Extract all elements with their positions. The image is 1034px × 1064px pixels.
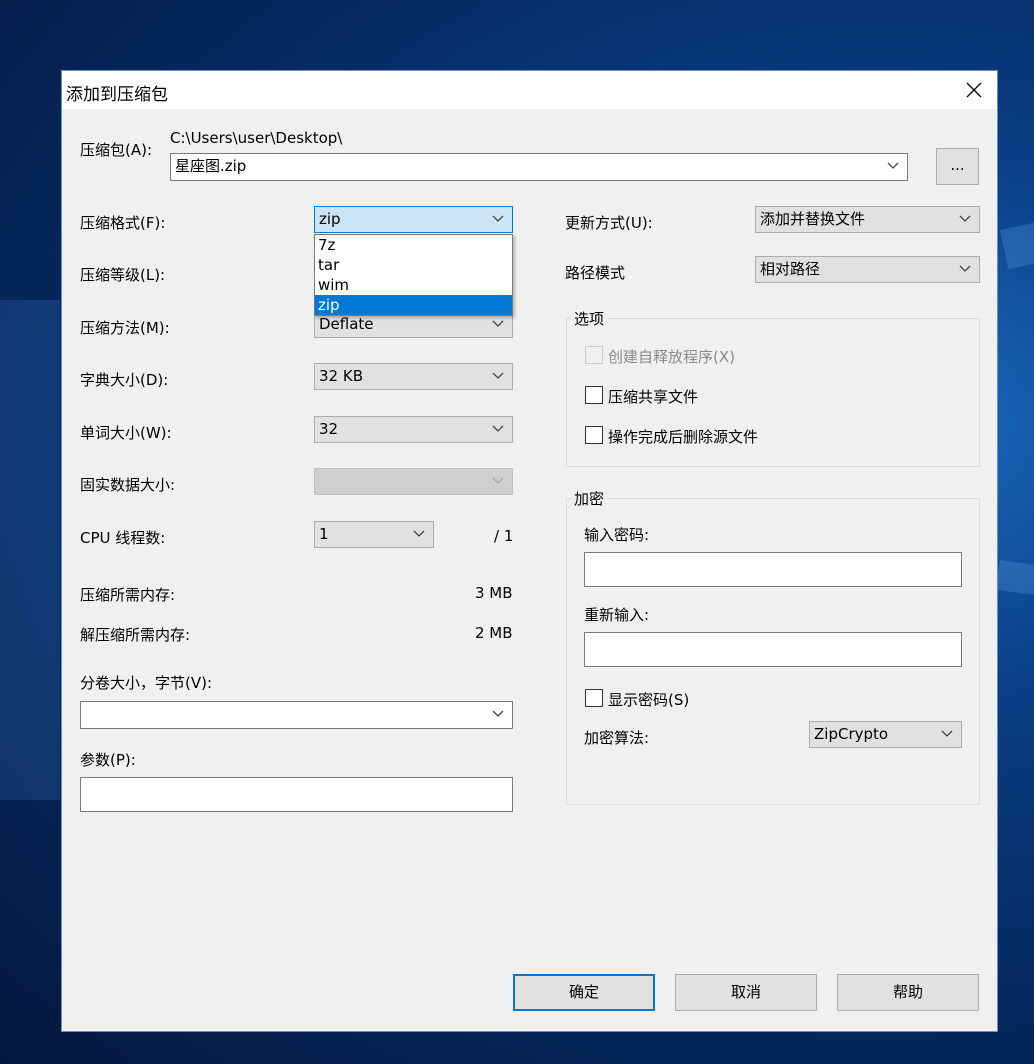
format-option[interactable]: tar xyxy=(315,255,512,275)
update-combo[interactable]: 添加并替换文件 xyxy=(755,206,980,233)
format-label: 压缩格式(F): xyxy=(80,214,166,232)
wallpaper-beam xyxy=(1000,167,1034,270)
dict-value: 32 KB xyxy=(319,367,363,385)
word-label: 单词大小(W): xyxy=(80,424,172,442)
chevron-down-icon xyxy=(492,425,504,432)
mem-compress-label: 压缩所需内存: xyxy=(80,586,176,604)
cpu-combo[interactable]: 1 xyxy=(314,521,434,548)
encryption-title: 加密 xyxy=(571,488,608,509)
help-button[interactable]: 帮助 xyxy=(837,974,979,1011)
path-mode-combo[interactable]: 相对路径 xyxy=(755,256,980,283)
cancel-button[interactable]: 取消 xyxy=(675,974,817,1011)
format-dropdown-list: 7z tar wim zip xyxy=(314,234,513,316)
volume-label: 分卷大小，字节(V): xyxy=(80,674,213,692)
chevron-down-icon xyxy=(941,730,953,737)
shared-files-label[interactable]: 压缩共享文件 xyxy=(608,386,698,407)
shared-files-checkbox[interactable] xyxy=(585,386,603,404)
word-combo[interactable]: 32 xyxy=(314,416,513,443)
archive-label: 压缩包(A): xyxy=(80,141,153,159)
path-mode-value: 相对路径 xyxy=(760,260,821,278)
show-password-checkbox[interactable] xyxy=(585,689,603,707)
mem-compress-value: 3 MB xyxy=(475,584,513,602)
encryption-algo-value: ZipCrypto xyxy=(814,725,889,743)
cpu-value: 1 xyxy=(319,525,329,543)
delete-after-checkbox[interactable] xyxy=(585,426,603,444)
show-password-label[interactable]: 显示密码(S) xyxy=(608,689,689,710)
options-title: 选项 xyxy=(571,308,608,329)
update-label: 更新方式(U): xyxy=(565,214,653,232)
chevron-down-icon xyxy=(887,162,899,169)
archive-name-value: 星座图.zip xyxy=(175,157,247,175)
params-label: 参数(P): xyxy=(80,751,136,769)
update-value: 添加并替换文件 xyxy=(760,210,866,228)
chevron-down-icon xyxy=(959,265,971,272)
dialog-title: 添加到压缩包 xyxy=(66,85,168,105)
mem-decompress-label: 解压缩所需内存: xyxy=(80,626,191,644)
delete-after-label[interactable]: 操作完成后删除源文件 xyxy=(608,426,758,447)
path-mode-label: 路径模式 xyxy=(565,264,626,282)
password-label: 输入密码: xyxy=(584,526,650,544)
sfx-checkbox xyxy=(585,346,603,364)
cpu-total: / 1 xyxy=(494,527,514,545)
close-button[interactable] xyxy=(951,71,997,109)
chevron-down-icon xyxy=(492,477,504,484)
title-bar: 添加到压缩包 xyxy=(62,71,997,109)
password-input[interactable] xyxy=(584,552,962,587)
solid-label: 固实数据大小: xyxy=(80,476,176,494)
format-option-selected[interactable]: zip xyxy=(315,295,512,315)
chevron-down-icon xyxy=(492,710,504,717)
method-value: Deflate xyxy=(319,315,374,333)
method-label: 压缩方法(M): xyxy=(80,319,170,337)
format-option[interactable]: wim xyxy=(315,275,512,295)
format-value: zip xyxy=(319,210,341,228)
wallpaper-beam xyxy=(0,300,60,800)
encryption-algo-label: 加密算法: xyxy=(584,729,650,747)
wallpaper-beam xyxy=(995,560,1034,632)
archive-path: C:\Users\user\Desktop\ xyxy=(170,129,343,147)
format-option[interactable]: 7z xyxy=(315,235,512,255)
params-input[interactable] xyxy=(80,777,513,812)
chevron-down-icon xyxy=(959,215,971,222)
word-value: 32 xyxy=(319,420,339,438)
dict-label: 字典大小(D): xyxy=(80,371,169,389)
chevron-down-icon xyxy=(492,372,504,379)
volume-combo[interactable] xyxy=(80,701,513,729)
chevron-down-icon xyxy=(492,215,504,222)
close-icon xyxy=(966,82,982,98)
level-label: 压缩等级(L): xyxy=(80,266,166,284)
ok-button[interactable]: 确定 xyxy=(513,974,655,1011)
reenter-password-input[interactable] xyxy=(584,632,962,667)
chevron-down-icon xyxy=(413,530,425,537)
add-to-archive-dialog: 添加到压缩包 压缩包(A): C:\Users\user\Desktop\ 星座… xyxy=(61,70,998,1032)
archive-name-combo[interactable]: 星座图.zip xyxy=(170,153,908,181)
encryption-algo-combo[interactable]: ZipCrypto xyxy=(809,721,962,748)
sfx-label: 创建自释放程序(X) xyxy=(608,348,735,366)
dict-combo[interactable]: 32 KB xyxy=(314,363,513,390)
chevron-down-icon xyxy=(492,320,504,327)
reenter-label: 重新输入: xyxy=(584,606,650,624)
solid-combo xyxy=(314,468,513,495)
cpu-label: CPU 线程数: xyxy=(80,529,166,547)
format-combo[interactable]: zip xyxy=(314,206,513,233)
mem-decompress-value: 2 MB xyxy=(475,624,513,642)
browse-button[interactable]: ... xyxy=(936,148,979,185)
